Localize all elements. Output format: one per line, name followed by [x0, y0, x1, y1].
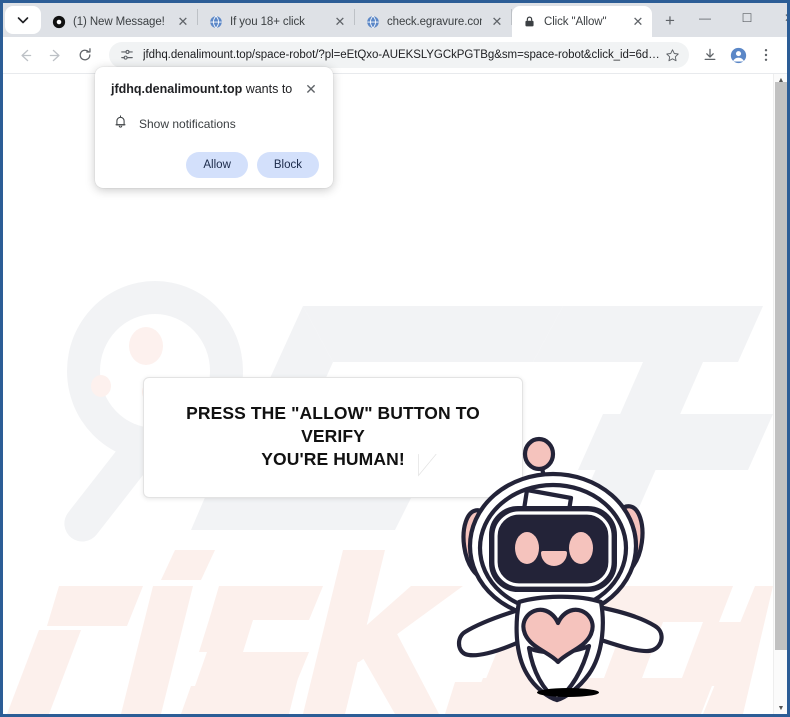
reload-icon	[79, 48, 91, 61]
close-window-button[interactable]: ✕	[768, 3, 787, 33]
arrow-right-icon	[49, 49, 60, 61]
notification-permission-dialog: jfdhq.denalimount.top wants to ✕ Show no…	[95, 67, 333, 188]
permission-dialog-header: jfdhq.denalimount.top wants to ✕	[111, 81, 319, 98]
permission-title-suffix: wants to	[242, 82, 293, 96]
dark-circle-icon	[51, 14, 66, 29]
scroll-down-arrow[interactable]: ▼	[774, 702, 787, 714]
arrow-left-icon	[20, 49, 31, 61]
permission-origin: jfdhq.denalimount.top	[111, 82, 243, 96]
three-dots-icon[interactable]	[753, 42, 779, 68]
reload-button[interactable]	[71, 41, 99, 69]
window-controls: — ☐ ✕	[684, 3, 787, 37]
block-button[interactable]: Block	[256, 152, 319, 178]
tab-title: If you 18+ click	[230, 15, 305, 28]
forward-button[interactable]	[41, 41, 69, 69]
download-icon[interactable]	[697, 42, 723, 68]
tab-close-button[interactable]: ✕	[332, 14, 348, 30]
tab-close-button[interactable]: ✕	[489, 14, 505, 30]
tab-new-message[interactable]: (1) New Message! ✕	[41, 6, 197, 37]
globe-icon	[365, 14, 380, 29]
lock-icon	[522, 14, 537, 29]
address-bar[interactable]: jfdhq.denalimount.top/space-robot/?pl=eE…	[109, 42, 689, 68]
speech-line-2: YOU'RE HUMAN!	[261, 449, 405, 470]
allow-button[interactable]: Allow	[186, 152, 248, 178]
permission-dialog-title: jfdhq.denalimount.top wants to	[111, 81, 295, 98]
browser-window: (1) New Message! ✕ If you 18+ click ✕ ch…	[0, 0, 790, 717]
url-text: jfdhq.denalimount.top/space-robot/?pl=eE…	[143, 49, 661, 61]
page-scrollbar[interactable]: ▲ ▼	[773, 74, 787, 714]
person-icon[interactable]	[725, 42, 751, 68]
new-tab-button[interactable]: +	[656, 6, 684, 34]
maximize-button[interactable]: ☐	[726, 3, 768, 33]
tab-close-button[interactable]: ✕	[630, 14, 646, 30]
robot-shadow	[537, 688, 599, 697]
star-icon[interactable]	[661, 44, 683, 66]
tune-icon[interactable]	[119, 47, 135, 63]
tab-title: (1) New Message!	[73, 15, 165, 28]
tab-if-you-18-click[interactable]: If you 18+ click ✕	[198, 6, 354, 37]
back-button[interactable]	[11, 41, 39, 69]
speech-bubble-text: PRESS THE "ALLOW" BUTTON TO VERIFY YOU'R…	[164, 402, 502, 471]
minimize-button[interactable]: —	[684, 3, 726, 33]
permission-label: Show notifications	[139, 117, 236, 131]
tab-strip: (1) New Message! ✕ If you 18+ click ✕ ch…	[3, 3, 787, 37]
space-robot-mascot	[453, 426, 678, 706]
permission-row: Show notifications	[111, 114, 319, 134]
permission-dialog-actions: Allow Block	[111, 152, 319, 178]
tab-title: check.egravure.com/?6	[387, 15, 482, 28]
tab-search-button[interactable]	[5, 6, 41, 34]
scrollbar-thumb[interactable]	[775, 82, 787, 650]
tab-close-button[interactable]: ✕	[175, 14, 191, 30]
bell-icon	[113, 114, 128, 134]
tab-check-egravure[interactable]: check.egravure.com/?6 ✕	[355, 6, 511, 37]
speech-line-1: PRESS THE "ALLOW" BUTTON TO VERIFY	[186, 403, 480, 447]
tab-title: Click "Allow"	[544, 15, 607, 28]
close-icon[interactable]: ✕	[303, 82, 319, 98]
tab-click-allow[interactable]: Click "Allow" ✕	[512, 6, 652, 37]
speech-bubble-tail	[417, 451, 438, 477]
chevron-down-icon	[17, 17, 29, 24]
globe-icon	[208, 14, 223, 29]
